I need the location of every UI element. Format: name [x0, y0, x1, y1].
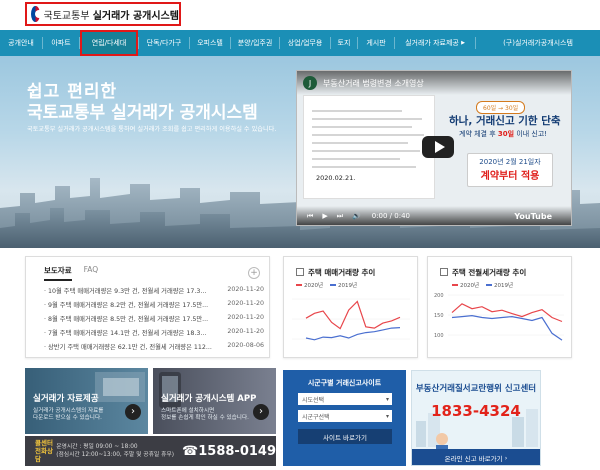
volume-icon[interactable]: 🔊 — [352, 212, 361, 220]
nav-item-land[interactable]: 토지 — [331, 30, 357, 56]
chevron-down-icon: ▾ — [385, 412, 389, 420]
series-line-2020년 — [451, 303, 563, 323]
data-service-banner[interactable]: 실거래가 자료제공 실거래가 공개시스템의 자료를 다운로드 받으실 수 있습니… — [25, 368, 148, 434]
video-headline: 하나, 거래신고 기한 단축 — [449, 115, 561, 127]
youtube-logo[interactable]: YouTube — [514, 212, 552, 221]
list-item[interactable]: · 상반기 주택 매매거래량은 62.1만 건, 전월세 거래량은 112...… — [44, 342, 264, 351]
sale-chart-title[interactable]: 주택 매매거래량 추이 — [296, 267, 375, 278]
nav-more-arrow-icon: ▶ — [461, 40, 465, 46]
y-tick-label: 100 — [434, 333, 444, 339]
call-center-label: 콜센터 전화상담 — [35, 439, 53, 463]
list-item[interactable]: · 10월 주택 매매거래량은 9.3만 건, 전월세 거래량은 17.3...… — [44, 286, 264, 295]
nav-item-officetel[interactable]: 오피스텔 — [190, 30, 230, 56]
arrow-right-icon: › — [504, 454, 508, 462]
call-center-bar: 콜센터 전화상담 운영시간 : 평일 09:00 ~ 18:00 (점심시간 1… — [25, 436, 276, 466]
rent-chart-title[interactable]: 주택 전월세거래량 추이 — [440, 267, 526, 278]
video-document-image — [303, 95, 435, 199]
video-title[interactable]: 부동산거래 법령변경 소개영상 — [323, 78, 424, 89]
hero-title: 국토교통부 실거래가 공개시스템 — [27, 103, 258, 123]
legend-2020: 2020년 — [304, 281, 323, 289]
go-to-site-button[interactable]: 사이트 바로가기 — [298, 429, 392, 444]
nav-item-detached[interactable]: 단독/다가구 — [139, 30, 189, 56]
y-tick-label: 200 — [434, 293, 444, 299]
nav-item-multiplex[interactable]: 연립/다세대 — [80, 30, 138, 56]
region-report-site-box: 시군구별 거래신고사이트 시도선택 ▾ 시군구선택 ▾ 사이트 바로가기 — [283, 370, 406, 466]
nav-item-apartment[interactable]: 아파트 — [43, 30, 79, 56]
hero-description: 국토교통부 실거래가 공개시스템을 통하여 실거래가 조회를 쉽고 편리하게 이… — [27, 126, 277, 133]
series-line-2019년 — [451, 314, 563, 341]
online-report-button[interactable]: 온라인 신고 바로가기 › — [412, 449, 540, 465]
legend-2019: 2019년 — [338, 281, 357, 289]
tab-press-release[interactable]: 보도자료 — [44, 265, 72, 281]
sale-chart-card: 주택 매매거래량 추이 2020년 2019년 — [283, 256, 418, 358]
province-select[interactable]: 시도선택 ▾ — [298, 393, 392, 405]
video-time: 0:00 / 0:40 — [371, 212, 410, 220]
video-controls: ⏮ ▶ ⏭ 🔊 0:00 / 0:40 YouTube — [297, 206, 571, 225]
play-button-icon[interactable] — [422, 136, 454, 158]
report-center-phone[interactable]: 1833-4324 — [412, 402, 540, 420]
video-player[interactable]: 2020.02.21. 60일 → 30일 하나, 거래신고 기한 단축 계약 … — [296, 70, 572, 226]
sale-chart: 2020년 2019년 — [292, 281, 410, 341]
more-plus-icon[interactable]: + — [248, 267, 260, 279]
rent-chart-card: 주택 전월세거래량 추이 2020년 2019년 200 150 100 — [427, 256, 572, 358]
rent-chart: 2020년 2019년 200 150 100 — [434, 281, 564, 341]
series-line-2019년 — [305, 327, 401, 341]
app-banner-title: 실거래가 공개시스템 APP — [161, 394, 257, 404]
list-item[interactable]: · 7월 주택 매매거래량은 14.1만 건, 전월세 거래량은 18.3...… — [44, 328, 264, 337]
video-document-date: 2020.02.21. — [316, 174, 356, 182]
video-slide: 60일 → 30일 하나, 거래신고 기한 단축 계약 체결 후 30일 이내 … — [437, 95, 571, 199]
site-logo[interactable]: 국토교통부 실거래가 공개시스템 — [25, 2, 181, 26]
y-tick-label: 150 — [434, 313, 444, 319]
play-icon[interactable]: ▶ — [322, 212, 327, 220]
arrow-right-icon[interactable]: › — [253, 404, 269, 420]
legend-2019: 2019년 — [494, 281, 513, 289]
series-line-2020년 — [305, 300, 401, 330]
data-banner-desc: 실거래가 공개시스템의 자료를 다운로드 받으실 수 있습니다. — [33, 408, 104, 421]
app-banner[interactable]: 실거래가 공개시스템 APP 스마트폰에 설치하시면 정보를 손쉽게 확인 하실… — [153, 368, 276, 434]
chevron-down-icon: ▾ — [385, 395, 389, 403]
nav-item-board[interactable]: 게시판 — [358, 30, 394, 56]
video-subline: 계약 체결 후 30일 이내 신고! — [459, 130, 548, 138]
report-center-banner[interactable]: 부동산거래질서교란행위 신고센터 1833-4324 온라인 신고 바로가기 › — [411, 370, 541, 466]
video-effective-badge: 2020년 2월 21일자 계약부터 적용 — [467, 153, 553, 187]
agency-name: 국토교통부 — [43, 10, 90, 22]
site-header: 국토교통부 실거래가 공개시스템 — [0, 0, 600, 30]
government-emblem-icon — [31, 6, 43, 22]
nav-item-guide[interactable]: 공개안내 — [0, 30, 42, 56]
channel-avatar[interactable]: J — [303, 76, 317, 90]
report-center-title: 부동산거래질서교란행위 신고센터 — [415, 384, 537, 394]
list-item[interactable]: · 8월 주택 매매거래량은 8.5만 건, 전월세 거래량은 17.5만...… — [44, 314, 264, 323]
nav-item-presale[interactable]: 분양/입주권 — [231, 30, 279, 56]
arrow-right-icon[interactable]: › — [125, 404, 141, 420]
call-center-hours: 운영시간 : 평일 09:00 ~ 18:00 (점심시간 12:00~13:0… — [56, 444, 175, 458]
site-name: 실거래가 공개시스템 — [92, 10, 179, 22]
data-banner-title: 실거래가 자료제공 — [33, 394, 99, 404]
video-title-bar: J 부동산거래 법령변경 소개영상 — [297, 71, 571, 95]
list-item[interactable]: · 9월 주택 매매거래량은 8.2만 건, 전월세 거래량은 17.5만...… — [44, 300, 264, 309]
tab-faq[interactable]: FAQ — [84, 265, 99, 281]
nav-item-data-service[interactable]: 실거래가 자료제공 ▶ — [395, 30, 475, 56]
main-nav: 공개안내 아파트 연립/다세대 단독/다가구 오피스텔 분양/입주권 상업/업무… — [0, 30, 600, 56]
skip-back-icon[interactable]: ⏮ — [307, 212, 313, 221]
nav-item-legacy-system[interactable]: (구)실거래가공개시스템 — [476, 30, 600, 56]
call-center-phone[interactable]: ☎1588-0149 — [182, 444, 276, 459]
district-select[interactable]: 시군구선택 ▾ — [298, 410, 392, 422]
skip-forward-icon[interactable]: ⏭ — [337, 212, 343, 221]
legend-2020: 2020년 — [460, 281, 479, 289]
region-box-title: 시군구별 거래신고사이트 — [307, 379, 382, 387]
nav-item-commercial[interactable]: 상업/업무용 — [280, 30, 330, 56]
app-banner-desc: 스마트폰에 설치하시면 정보를 손쉽게 확인 하실 수 있습니다. — [161, 408, 249, 421]
notice-card: 보도자료 FAQ + · 10월 주택 매매거래량은 9.3만 건, 전월세 거… — [25, 256, 270, 358]
